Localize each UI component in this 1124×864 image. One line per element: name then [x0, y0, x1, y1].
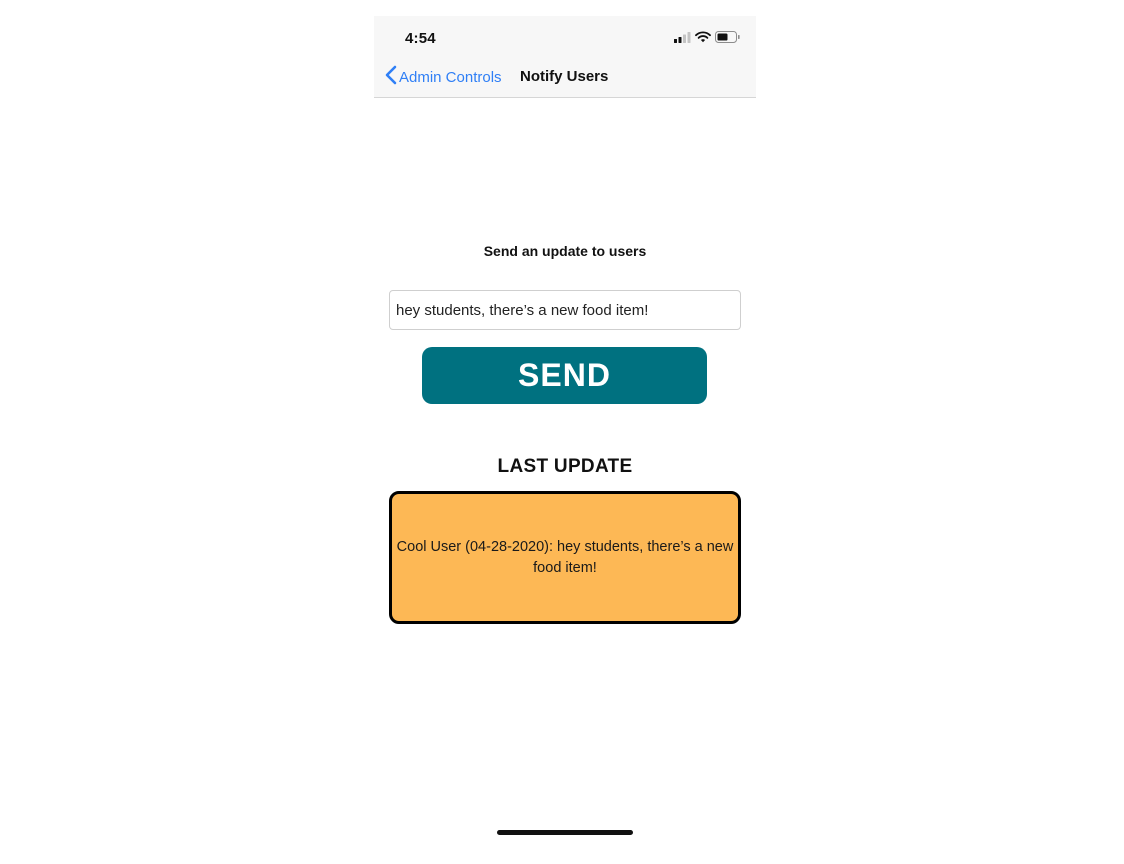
status-icons [674, 30, 740, 48]
cellular-signal-icon [674, 30, 691, 48]
message-input[interactable] [389, 290, 741, 330]
send-update-heading: Send an update to users [483, 243, 647, 259]
home-indicator[interactable] [497, 830, 633, 835]
top-bar: 4:54 Admin Controls Notify Users [374, 16, 756, 98]
chevron-left-icon [385, 65, 397, 90]
last-update-card: Cool User (04-28-2020): hey students, th… [389, 491, 741, 624]
wifi-icon [695, 30, 711, 48]
back-button-label: Admin Controls [399, 68, 502, 86]
phone-screen: 4:54 Admin Controls Notify Users Send an… [374, 16, 756, 848]
last-update-heading: LAST UPDATE [497, 456, 633, 477]
page-title: Notify Users [520, 68, 609, 85]
send-button[interactable]: SEND [422, 347, 707, 404]
status-time: 4:54 [405, 30, 436, 47]
last-update-message: Cool User (04-28-2020): hey students, th… [396, 538, 734, 576]
battery-icon [715, 30, 740, 48]
back-button[interactable]: Admin Controls [385, 65, 502, 90]
